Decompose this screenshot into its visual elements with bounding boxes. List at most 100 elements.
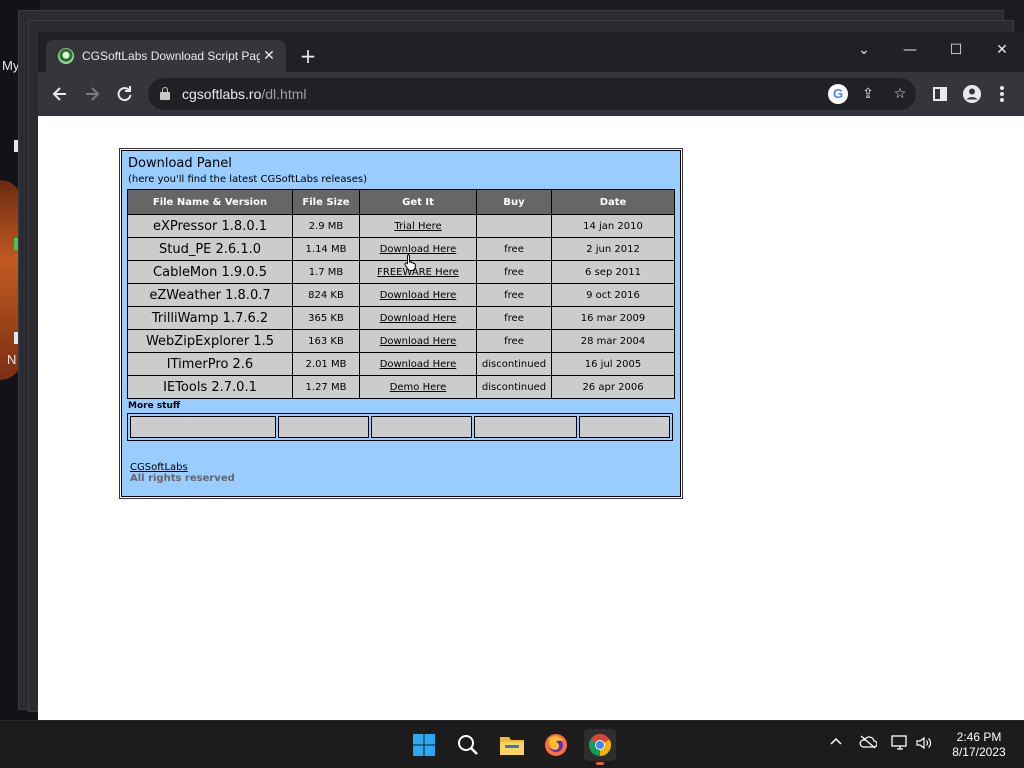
date-cell: 2 jun 2012 [552,238,674,260]
profile-button[interactable] [958,80,986,108]
date-cell: 14 jan 2010 [552,215,674,237]
get-it-cell: Download Here [360,284,476,306]
chrome-icon [589,734,611,756]
menu-button[interactable] [988,80,1016,108]
desktop-icon-label-n[interactable]: N [7,352,16,367]
show-hidden-icons-button[interactable] [826,735,846,755]
network-button[interactable] [890,735,910,755]
panel-title: Download Panel [128,156,232,171]
back-arrow-icon [52,87,66,101]
taskbar: 2:46 PM 8/17/2023 [0,720,1024,768]
file-name-cell: Stud_PE 2.6.1.0 [128,238,292,260]
file-explorer-button[interactable] [496,729,528,761]
table-row: Stud_PE 2.6.1.0 1.14 MB Download Here free 2… [128,238,674,260]
desktop-icon-label-my[interactable]: My [2,58,19,73]
hand-pointer-icon [404,254,416,271]
new-tab-button[interactable]: + [296,44,320,68]
date-cell: 26 apr 2006 [552,376,674,398]
page-viewport: Download Panel (here you'll find the lat… [38,116,1024,720]
table-row: IETools 2.7.0.1 1.27 MB Demo Here discontin… [128,376,674,398]
file-name-cell: eZWeather 1.8.0.7 [128,284,292,306]
file-name-cell: TrilliWamp 1.7.6.2 [128,307,292,329]
more-vertical-icon [1000,86,1004,102]
file-name-cell: eXPressor 1.8.0.1 [128,215,292,237]
get-it-cell: Download Here [360,330,476,352]
column-header: Date [552,190,674,214]
panel-subtitle: (here you'll find the latest CGSoftLabs … [128,174,367,185]
download-link[interactable]: Download Here [380,290,457,301]
get-it-cell: Demo Here [360,376,476,398]
lock-icon[interactable] [160,87,170,100]
download-link[interactable]: Demo Here [390,382,447,393]
more-stuff-cell [278,416,369,438]
tab-close-icon[interactable]: ✕ [260,48,278,64]
browser-toolbar: cgsoftlabs.ro/dl.html G ⇪ ☆ [38,72,1024,116]
site-favicon-icon [58,48,74,64]
reload-icon [117,86,132,102]
tab-title: CGSoftLabs Download Script Pag [82,49,260,63]
buy-cell: discontinued [477,353,551,375]
column-header: Buy [477,190,551,214]
share-icon[interactable]: ⇪ [858,84,878,104]
forward-button[interactable] [78,80,106,108]
clock-date: 8/17/2023 [952,745,1006,759]
folder-icon [500,737,524,755]
system-clock[interactable]: 2:46 PM 8/17/2023 [944,730,1014,760]
start-button[interactable] [408,729,440,761]
clock-time: 2:46 PM [956,730,1002,744]
buy-cell [477,215,551,237]
download-link[interactable]: Download Here [380,359,457,370]
search-button[interactable] [452,729,484,761]
profile-icon [963,85,981,103]
close-window-button[interactable]: ✕ [982,36,1022,64]
chrome-button[interactable] [584,729,616,765]
google-lens-icon[interactable]: G [828,84,848,104]
buy-cell: free [477,284,551,306]
onedrive-button[interactable] [858,735,878,755]
search-icon [458,735,478,755]
download-panel: Download Panel (here you'll find the lat… [119,148,683,499]
back-button[interactable] [46,80,74,108]
firefox-icon [545,734,567,756]
table-row: TrilliWamp 1.7.6.2 365 KB Download Here fre… [128,307,674,329]
file-name-cell: CableMon 1.9.0.5 [128,261,292,283]
download-link[interactable]: Download Here [380,336,457,347]
forward-arrow-icon [86,87,100,101]
cgsoftlabs-footer-link[interactable]: CGSoftLabs [130,462,675,473]
buy-cell: free [477,261,551,283]
get-it-cell: FREEWARE Here [360,261,476,283]
table-row: WebZipExplorer 1.5 163 KB Download Here fre… [128,330,674,352]
file-size-cell: 2.9 MB [293,215,359,237]
table-row: CableMon 1.9.0.5 1.7 MB FREEWARE Here free 6… [128,261,674,283]
date-cell: 6 sep 2011 [552,261,674,283]
file-size-cell: 1.7 MB [293,261,359,283]
network-icon [891,735,907,750]
minimize-button[interactable]: — [890,36,930,64]
side-panel-button[interactable] [926,80,954,108]
table-row: ITimerPro 2.6 2.01 MB Download Here discont… [128,353,674,375]
reload-button[interactable] [110,80,138,108]
file-size-cell: 1.14 MB [293,238,359,260]
table-row: eZWeather 1.8.0.7 824 KB Download Here free… [128,284,674,306]
download-link[interactable]: Trial Here [394,221,441,232]
volume-button[interactable] [914,735,934,755]
browser-tab[interactable]: CGSoftLabs Download Script Pag ✕ [46,40,286,72]
tab-strip: CGSoftLabs Download Script Pag ✕ + ⌄ — ☐… [38,32,1024,72]
buy-cell: free [477,330,551,352]
firefox-button[interactable] [540,729,572,761]
get-it-cell: Download Here [360,307,476,329]
file-size-cell: 365 KB [293,307,359,329]
column-header: File Size [293,190,359,214]
buy-cell: free [477,307,551,329]
tab-search-button[interactable]: ⌄ [844,36,884,64]
side-panel-icon [933,87,947,101]
address-bar[interactable]: cgsoftlabs.ro/dl.html G ⇪ ☆ [148,78,916,110]
speaker-icon [916,736,932,750]
download-link[interactable]: FREEWARE Here [377,267,459,278]
file-size-cell: 824 KB [293,284,359,306]
date-cell: 28 mar 2004 [552,330,674,352]
maximize-button[interactable]: ☐ [936,36,976,64]
column-header: File Name & Version [128,190,292,214]
bookmark-star-icon[interactable]: ☆ [890,84,910,104]
download-link[interactable]: Download Here [380,313,457,324]
